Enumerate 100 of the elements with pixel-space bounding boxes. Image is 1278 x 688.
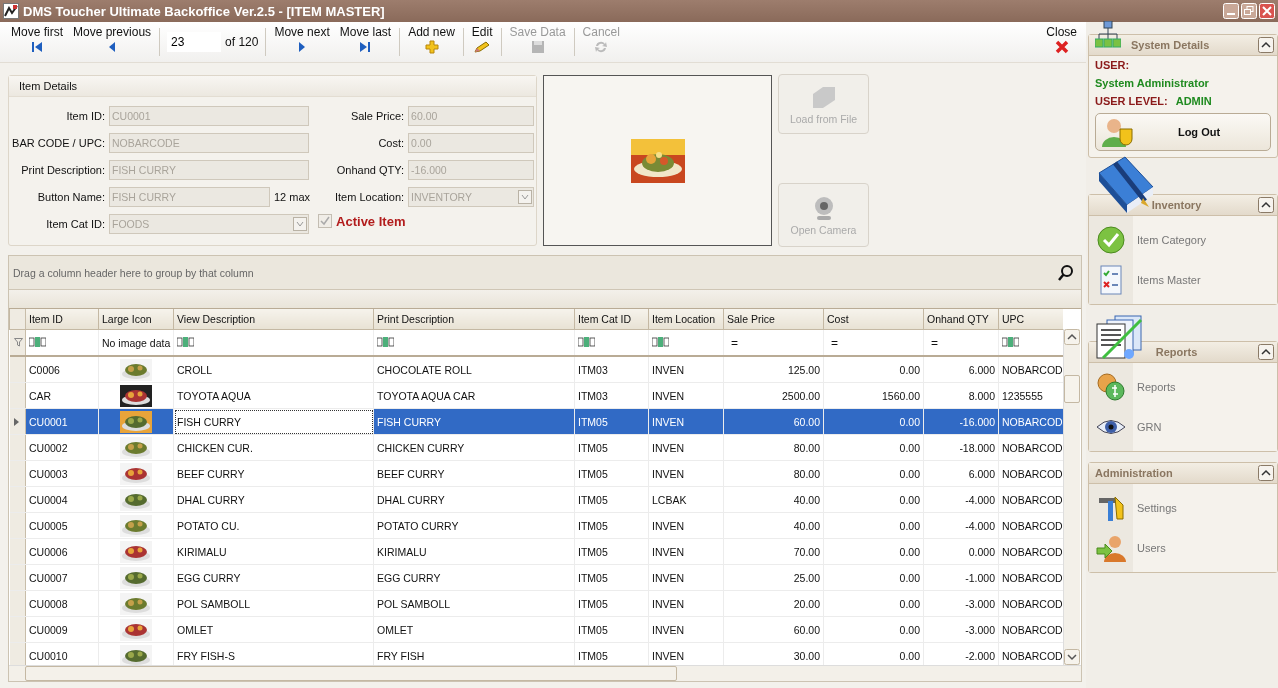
- close-button[interactable]: Close: [1041, 22, 1082, 62]
- column-header[interactable]: Print Description: [373, 309, 575, 330]
- column-header[interactable]: Item Location: [648, 309, 724, 330]
- logout-button[interactable]: Log Out: [1095, 113, 1271, 151]
- column-header[interactable]: Item ID: [25, 309, 99, 330]
- table-cell: POL SAMBOLL: [173, 590, 374, 617]
- table-cell: CU0005: [25, 512, 99, 539]
- table-cell: 80.00: [723, 460, 824, 487]
- row-header[interactable]: [9, 408, 26, 435]
- filter-operator[interactable]: =: [927, 335, 938, 350]
- table-cell: 0.00: [823, 356, 924, 383]
- restore-icon[interactable]: [1241, 3, 1257, 19]
- horizontal-scrollbar[interactable]: [9, 665, 1081, 681]
- vertical-scrollbar[interactable]: [1063, 329, 1080, 665]
- column-header[interactable]: View Description: [173, 309, 374, 330]
- filter-operator[interactable]: =: [727, 335, 738, 350]
- table-cell: ITM03: [574, 382, 649, 409]
- table-cell: -18.000: [923, 434, 999, 461]
- text-filter-icon[interactable]: [652, 336, 669, 347]
- window-title: DMS Toucher Ultimate Backoffice Ver.2.5 - [ITEM MASTER]: [23, 3, 385, 19]
- sidebar-item[interactable]: Reports: [1089, 367, 1277, 407]
- table-cell: -16.000: [923, 408, 999, 435]
- text-filter-icon[interactable]: [377, 336, 394, 347]
- collapse-icon[interactable]: [1258, 37, 1274, 53]
- table-cell: INVEN: [648, 512, 724, 539]
- scroll-thumb[interactable]: [1064, 375, 1080, 403]
- table-cell: CHICKEN CUR.: [173, 434, 374, 461]
- table-cell: -4.000: [923, 512, 999, 539]
- table-cell: CU0001: [25, 408, 99, 435]
- record-number-field[interactable]: 23: [167, 32, 222, 52]
- sidebar-item[interactable]: Items Master: [1089, 260, 1277, 300]
- toolbar-button[interactable]: Edit: [466, 22, 498, 62]
- table-cell: EGG CURRY: [173, 564, 374, 591]
- max-length-note: 12 max: [274, 191, 311, 203]
- table-cell: CHOCOLATE ROLL: [373, 356, 575, 383]
- text-filter-icon[interactable]: [177, 336, 194, 347]
- app-icon: [3, 3, 19, 19]
- table-cell: 125.00: [723, 356, 824, 383]
- table-cell: BEEF CURRY: [373, 460, 575, 487]
- filter-value[interactable]: No image data: [102, 336, 171, 349]
- table-cell: 0.00: [823, 460, 924, 487]
- user-level: ADMIN: [1175, 95, 1212, 107]
- table-cell: ITM05: [574, 460, 649, 487]
- toolbar-button[interactable]: Move last: [334, 22, 397, 62]
- toolbar-button[interactable]: Add new: [403, 22, 460, 62]
- coins-icon: [1095, 372, 1127, 402]
- filter-operator[interactable]: =: [827, 335, 838, 350]
- table-cell: BEEF CURRY: [173, 460, 374, 487]
- text-filter-icon[interactable]: [29, 336, 46, 347]
- user-mask-icon: [1102, 117, 1134, 147]
- column-header[interactable]: Cost: [823, 309, 924, 330]
- field-label: BAR CODE / UPC:: [11, 137, 105, 149]
- table-cell: CU0002: [25, 434, 99, 461]
- toolbar-button[interactable]: Move first: [6, 22, 68, 62]
- filter-icon[interactable]: [13, 337, 23, 347]
- column-header[interactable]: Item Cat ID: [574, 309, 649, 330]
- collapse-icon[interactable]: [1258, 344, 1274, 360]
- toolbar-button[interactable]: Move next: [269, 22, 335, 62]
- sidebar-item[interactable]: Settings: [1089, 488, 1277, 528]
- panel-title: Item Details: [9, 76, 536, 97]
- user-arrow-icon: [1095, 533, 1127, 563]
- table-cell: POL SAMBOLL: [373, 590, 575, 617]
- group-hint: Drag a column header here to group by that column: [13, 266, 254, 279]
- table-cell: 80.00: [723, 434, 824, 461]
- table-cell: TOYOTA AQUA CAR: [373, 382, 575, 409]
- table-cell: 0.00: [823, 486, 924, 513]
- close-icon: [1054, 40, 1069, 54]
- table-cell: 20.00: [723, 590, 824, 617]
- column-header[interactable]: UPC: [998, 309, 1063, 330]
- column-header[interactable]: Sale Price: [723, 309, 824, 330]
- table-cell: ITM05: [574, 486, 649, 513]
- minimize-icon[interactable]: [1223, 3, 1239, 19]
- table-cell: ITM05: [574, 616, 649, 643]
- table-cell: TOYOTA AQUA: [173, 382, 374, 409]
- close-icon[interactable]: [1259, 3, 1275, 19]
- scroll-up-icon[interactable]: [1064, 329, 1080, 345]
- scroll-down-icon[interactable]: [1064, 649, 1080, 665]
- table-cell: ITM05: [574, 564, 649, 591]
- collapse-icon[interactable]: [1258, 197, 1274, 213]
- table-cell: 25.00: [723, 564, 824, 591]
- text-filter-icon[interactable]: [578, 336, 595, 347]
- sidebar-item[interactable]: GRN: [1089, 407, 1277, 447]
- table-cell: 40.00: [723, 486, 824, 513]
- table-cell: 70.00: [723, 538, 824, 565]
- column-header[interactable]: Large Icon: [98, 309, 174, 330]
- check-circle-icon: [1095, 225, 1127, 255]
- field-label: Cost:: [377, 137, 405, 149]
- field-label: Item ID:: [65, 110, 105, 122]
- sidebar-item[interactable]: Item Category: [1089, 220, 1277, 260]
- table-cell: 0.00: [823, 434, 924, 461]
- collapse-icon[interactable]: [1258, 465, 1274, 481]
- text-filter-icon[interactable]: [1002, 336, 1019, 347]
- table-cell: 0.00: [823, 512, 924, 539]
- table-cell: 0.00: [823, 616, 924, 643]
- search-icon[interactable]: [1057, 263, 1075, 282]
- table-cell: 8.000: [923, 382, 999, 409]
- toolbar-button[interactable]: Move previous: [68, 22, 157, 62]
- sidebar-item[interactable]: Users: [1089, 528, 1277, 568]
- field-label: Sale Price:: [349, 110, 405, 122]
- column-header[interactable]: Onhand QTY: [923, 309, 999, 330]
